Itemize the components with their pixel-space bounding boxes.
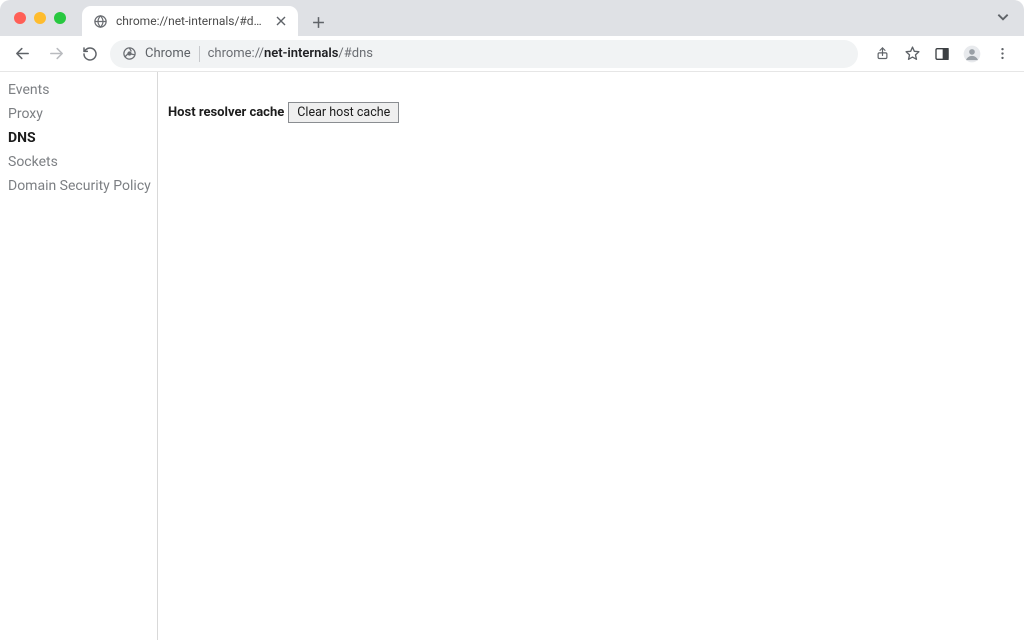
scheme-label: Chrome [145, 46, 191, 61]
bookmark-button[interactable] [898, 40, 926, 68]
url-text: chrome://net-internals/#dns [208, 46, 373, 61]
main-panel: Host resolver cache Clear host cache [158, 72, 1024, 640]
window-controls [14, 12, 66, 24]
menu-button[interactable] [988, 40, 1016, 68]
url-host: net-internals [264, 46, 338, 61]
close-tab-icon[interactable] [274, 14, 288, 28]
maximize-window-button[interactable] [54, 12, 66, 24]
host-resolver-cache-label: Host resolver cache [168, 105, 284, 120]
sidebar-item-proxy[interactable]: Proxy [8, 102, 149, 126]
browser-toolbar: Chrome chrome://net-internals/#dns [0, 36, 1024, 72]
minimize-window-button[interactable] [34, 12, 46, 24]
share-button[interactable] [868, 40, 896, 68]
tab-title: chrome://net-internals/#dns [116, 14, 266, 28]
page-content: Events Proxy DNS Sockets Domain Security… [0, 72, 1024, 640]
sidebar-item-domain-security-policy[interactable]: Domain Security Policy [8, 174, 149, 198]
close-window-button[interactable] [14, 12, 26, 24]
side-panel-button[interactable] [928, 40, 956, 68]
sidebar-item-dns[interactable]: DNS [8, 126, 149, 150]
tab-strip: chrome://net-internals/#dns [0, 0, 1024, 36]
sidebar: Events Proxy DNS Sockets Domain Security… [0, 72, 158, 640]
clear-host-cache-button[interactable]: Clear host cache [288, 102, 399, 123]
new-tab-button[interactable] [304, 8, 332, 36]
omnibox-divider [199, 46, 200, 62]
tab-overflow-button[interactable] [996, 10, 1010, 24]
browser-tab[interactable]: chrome://net-internals/#dns [82, 6, 298, 36]
reload-button[interactable] [76, 40, 104, 68]
profile-button[interactable] [958, 40, 986, 68]
url-path: /#dns [338, 46, 373, 61]
forward-button[interactable] [42, 40, 70, 68]
toolbar-right [864, 40, 1016, 68]
sidebar-item-sockets[interactable]: Sockets [8, 150, 149, 174]
back-button[interactable] [8, 40, 36, 68]
chrome-scheme-icon [122, 46, 137, 61]
address-bar[interactable]: Chrome chrome://net-internals/#dns [110, 40, 858, 68]
globe-icon [92, 13, 108, 29]
sidebar-item-events[interactable]: Events [8, 78, 149, 102]
url-prefix: chrome:// [208, 46, 264, 61]
